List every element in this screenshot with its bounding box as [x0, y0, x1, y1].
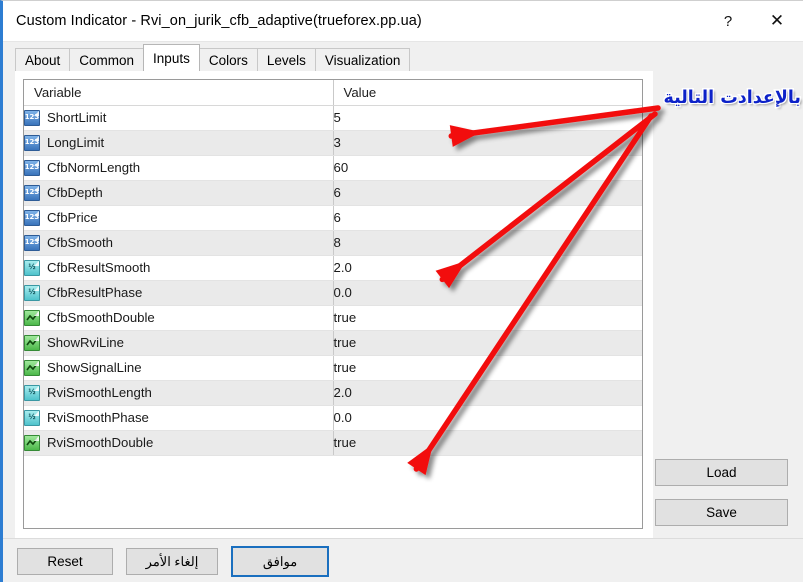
variable-name: CfbResultPhase [47, 285, 143, 300]
table-row[interactable]: 123 CfbSmooth 8 [24, 230, 642, 256]
reset-button[interactable]: Reset [17, 548, 113, 575]
double-icon: ½ [24, 384, 40, 401]
value-cell[interactable]: 5 [332, 105, 642, 131]
table-row[interactable]: ShowSignalLine true [24, 355, 642, 381]
table-row[interactable]: 123 ShortLimit 5 [24, 105, 642, 131]
value-cell[interactable]: 0.0 [332, 405, 642, 431]
close-icon[interactable]: ✕ [751, 1, 803, 41]
variable-name: CfbNormLength [47, 160, 141, 175]
value-cell[interactable]: 60 [332, 155, 642, 181]
footer-bar: Reset إلغاء الأمر موافق [3, 538, 803, 582]
value-cell[interactable]: 8 [332, 230, 642, 256]
table-row[interactable]: 123 CfbDepth 6 [24, 180, 642, 206]
integer-icon: 123 [24, 159, 40, 176]
variable-cell[interactable]: RviSmoothDouble [24, 430, 333, 456]
custom-indicator-dialog: Custom Indicator - Rvi_on_jurik_cfb_adap… [0, 0, 803, 582]
table-header-row: Variable Value [24, 80, 642, 106]
table-row[interactable]: 123 CfbNormLength 60 [24, 155, 642, 181]
save-button[interactable]: Save [655, 499, 788, 526]
variable-name: ShortLimit [47, 110, 107, 125]
variable-cell[interactable]: 123 CfbSmooth [24, 230, 333, 256]
variable-cell[interactable]: 123 ShortLimit [24, 105, 333, 131]
variable-cell[interactable]: ½ CfbResultPhase [24, 280, 333, 306]
value-cell[interactable]: 0.0 [332, 280, 642, 306]
table-row[interactable]: ½ CfbResultSmooth 2.0 [24, 255, 642, 281]
table-body: 123 ShortLimit 5 123 LongLimit 3 123 CfbNormLen… [24, 105, 642, 456]
window-controls: ? ✕ [705, 1, 803, 41]
integer-icon: 123 [24, 234, 40, 251]
value-cell[interactable]: 6 [332, 180, 642, 206]
tab-inputs[interactable]: Inputs [143, 44, 200, 71]
variable-name: RviSmoothLength [47, 385, 152, 400]
variable-cell[interactable]: 123 CfbDepth [24, 180, 333, 206]
double-icon: ½ [24, 409, 40, 426]
integer-icon: 123 [24, 134, 40, 151]
column-header-variable: Variable [24, 80, 333, 106]
parameters-table[interactable]: Variable Value 123 ShortLimit 5 123 LongLimi… [23, 79, 643, 529]
integer-icon: 123 [24, 209, 40, 226]
value-cell[interactable]: true [332, 305, 642, 331]
variable-name: LongLimit [47, 135, 105, 150]
value-cell[interactable]: true [332, 355, 642, 381]
boolean-icon [24, 434, 40, 451]
variable-cell[interactable]: 123 LongLimit [24, 130, 333, 156]
tab-colors[interactable]: Colors [198, 48, 258, 71]
annotation-text: بالإعدادت التالية [662, 87, 803, 110]
double-icon: ½ [24, 284, 40, 301]
double-icon: ½ [24, 259, 40, 276]
value-cell[interactable]: 2.0 [332, 380, 642, 406]
variable-name: CfbSmooth [47, 235, 113, 250]
title-divider [3, 41, 803, 42]
table-row[interactable]: ½ RviSmoothPhase 0.0 [24, 405, 642, 431]
variable-cell[interactable]: ShowSignalLine [24, 355, 333, 381]
variable-name: CfbPrice [47, 210, 98, 225]
table-row[interactable]: 123 LongLimit 3 [24, 130, 642, 156]
table-row[interactable]: RviSmoothDouble true [24, 430, 642, 456]
value-cell[interactable]: 2.0 [332, 255, 642, 281]
value-cell[interactable]: true [332, 430, 642, 456]
value-cell[interactable]: 3 [332, 130, 642, 156]
variable-cell[interactable]: ShowRviLine [24, 330, 333, 356]
cancel-button[interactable]: إلغاء الأمر [126, 548, 218, 575]
variable-cell[interactable]: ½ RviSmoothLength [24, 380, 333, 406]
table-row[interactable]: CfbSmoothDouble true [24, 305, 642, 331]
tab-visualization[interactable]: Visualization [314, 48, 411, 71]
variable-name: CfbDepth [47, 185, 103, 200]
ok-button[interactable]: موافق [231, 546, 329, 577]
column-header-value: Value [332, 80, 642, 106]
value-cell[interactable]: true [332, 330, 642, 356]
table-row[interactable]: ½ RviSmoothLength 2.0 [24, 380, 642, 406]
help-icon[interactable]: ? [705, 1, 751, 41]
boolean-icon [24, 334, 40, 351]
variable-cell[interactable]: 123 CfbPrice [24, 205, 333, 231]
integer-icon: 123 [24, 184, 40, 201]
load-button[interactable]: Load [655, 459, 788, 486]
title-bar: Custom Indicator - Rvi_on_jurik_cfb_adap… [3, 1, 803, 41]
variable-cell[interactable]: ½ CfbResultSmooth [24, 255, 333, 281]
table-row[interactable]: ½ CfbResultPhase 0.0 [24, 280, 642, 306]
boolean-icon [24, 309, 40, 326]
tab-strip: About Common Inputs Colors Levels Visual… [15, 44, 411, 71]
table-row[interactable]: 123 CfbPrice 6 [24, 205, 642, 231]
tab-about[interactable]: About [15, 48, 71, 71]
window-title: Custom Indicator - Rvi_on_jurik_cfb_adap… [16, 13, 422, 29]
boolean-icon [24, 359, 40, 376]
value-cell[interactable]: 6 [332, 205, 642, 231]
tab-common[interactable]: Common [69, 48, 145, 71]
variable-name: CfbSmoothDouble [47, 310, 155, 325]
tab-levels[interactable]: Levels [256, 48, 316, 71]
integer-icon: 123 [24, 109, 40, 126]
variable-name: RviSmoothPhase [47, 410, 149, 425]
variable-name: CfbResultSmooth [47, 260, 151, 275]
variable-name: ShowSignalLine [47, 360, 142, 375]
variable-name: RviSmoothDouble [47, 435, 154, 450]
variable-cell[interactable]: ½ RviSmoothPhase [24, 405, 333, 431]
variable-cell[interactable]: 123 CfbNormLength [24, 155, 333, 181]
table-row[interactable]: ShowRviLine true [24, 330, 642, 356]
variable-name: ShowRviLine [47, 335, 124, 350]
variable-cell[interactable]: CfbSmoothDouble [24, 305, 333, 331]
